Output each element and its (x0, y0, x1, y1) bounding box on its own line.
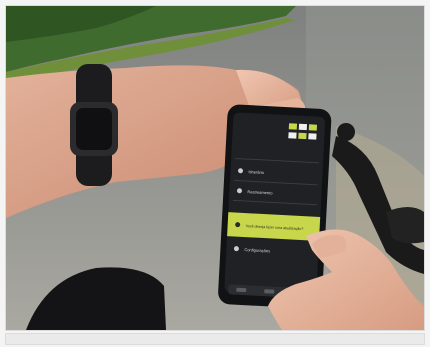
grid-icon (288, 123, 298, 130)
photo-card: Itinerário Rastreamento Você deseja faze… (5, 5, 425, 331)
smartphone: Itinerário Rastreamento Você deseja faze… (218, 104, 332, 309)
page-frame: Itinerário Rastreamento Você deseja faze… (0, 0, 430, 347)
photo: Itinerário Rastreamento Você deseja faze… (6, 6, 424, 330)
caption-bar (5, 333, 425, 345)
nav-back-icon[interactable] (236, 287, 247, 293)
menu-item-route[interactable]: Itinerário (248, 169, 265, 175)
nav-home-icon[interactable] (264, 289, 275, 294)
handlebar-clamp (337, 123, 355, 141)
